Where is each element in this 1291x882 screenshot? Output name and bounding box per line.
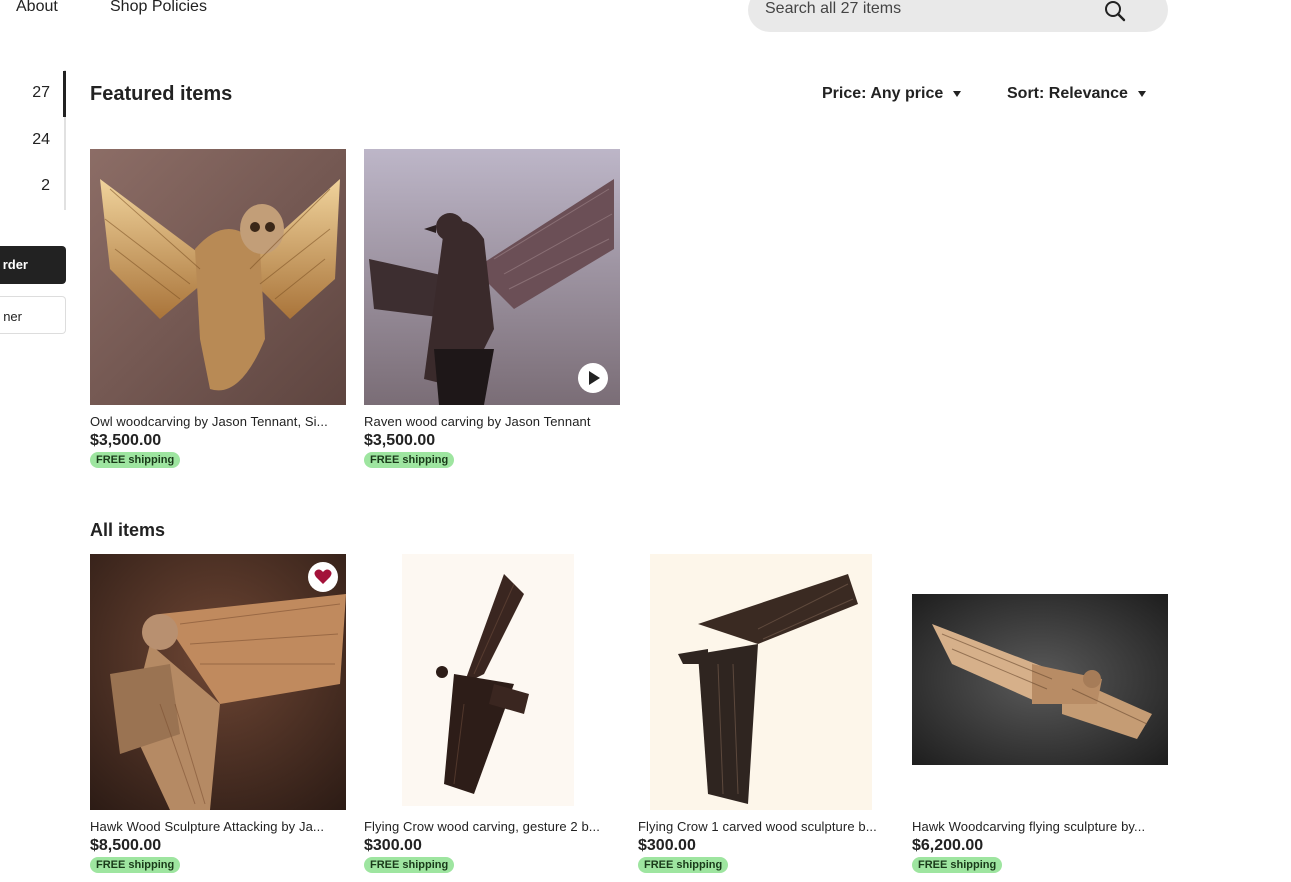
free-shipping-badge: FREE shipping (90, 452, 181, 468)
free-shipping-badge: FREE shipping (364, 452, 455, 468)
section-count-2[interactable]: 24 (32, 131, 50, 149)
nav-link-shop-policies[interactable]: Shop Policies (110, 0, 207, 16)
listing-price: $300.00 (638, 837, 696, 854)
nav-link-about[interactable]: About (16, 0, 58, 16)
active-section-indicator (63, 71, 66, 117)
listing-price: $300.00 (364, 837, 422, 854)
listing-price: $6,200.00 (912, 837, 984, 854)
search-button[interactable] (1100, 0, 1130, 26)
top-nav: About Shop Policies (0, 0, 1291, 40)
listing-price: $3,500.00 (90, 432, 162, 449)
contact-shop-owner-label: ner (3, 309, 22, 324)
listing-title[interactable]: Raven wood carving by Jason Tennant (364, 414, 620, 429)
favorite-button[interactable] (308, 562, 338, 592)
listing-title[interactable]: Hawk Wood Sculpture Attacking by Ja... (90, 819, 346, 834)
section-count-3[interactable]: 2 (41, 177, 50, 195)
play-video-button[interactable] (578, 363, 608, 393)
free-shipping-badge: FREE shipping (90, 857, 181, 873)
listing-price: $3,500.00 (364, 432, 436, 449)
section-count-list: 27 24 2 (0, 70, 66, 210)
free-shipping-badge: FREE shipping (364, 857, 455, 873)
featured-items-heading: Featured items (90, 83, 233, 105)
contact-shop-owner-button[interactable]: ner (0, 296, 66, 334)
listing-title[interactable]: Owl woodcarving by Jason Tennant, Si... (90, 414, 346, 429)
search-bar (748, 0, 1168, 32)
price-filter-dropdown[interactable]: Price: Any price (822, 85, 962, 103)
listing-image-owl[interactable] (90, 149, 346, 405)
listing-title[interactable]: Flying Crow 1 carved wood sculpture b... (638, 819, 894, 834)
sort-dropdown[interactable]: Sort: Relevance (1007, 85, 1146, 103)
all-items-heading: All items (90, 520, 166, 540)
listing-price: $8,500.00 (90, 837, 162, 854)
free-shipping-badge: FREE shipping (912, 857, 1003, 873)
price-filter-label: Price: Any price (822, 85, 944, 102)
heart-icon (314, 569, 332, 584)
search-icon (1105, 1, 1126, 22)
caret-down-icon (1137, 90, 1146, 97)
free-shipping-badge: FREE shipping (638, 857, 729, 873)
listing-image-flying-crow-2[interactable] (364, 554, 620, 810)
section-count-all[interactable]: 27 (32, 84, 50, 102)
listing-image-hawk-attacking[interactable] (90, 554, 346, 810)
sort-label: Sort: Relevance (1007, 85, 1128, 102)
listing-image-raven[interactable] (364, 149, 620, 405)
request-custom-order-label: rder (2, 257, 28, 272)
search-input[interactable] (765, 0, 1085, 18)
listing-image-hawk-flying[interactable] (912, 554, 1168, 810)
listing-title[interactable]: Flying Crow wood carving, gesture 2 b... (364, 819, 620, 834)
listing-title[interactable]: Hawk Woodcarving flying sculpture by... (912, 819, 1168, 834)
listing-image-flying-crow-1[interactable] (638, 554, 894, 810)
caret-down-icon (953, 90, 962, 97)
request-custom-order-button[interactable]: rder (0, 246, 66, 284)
